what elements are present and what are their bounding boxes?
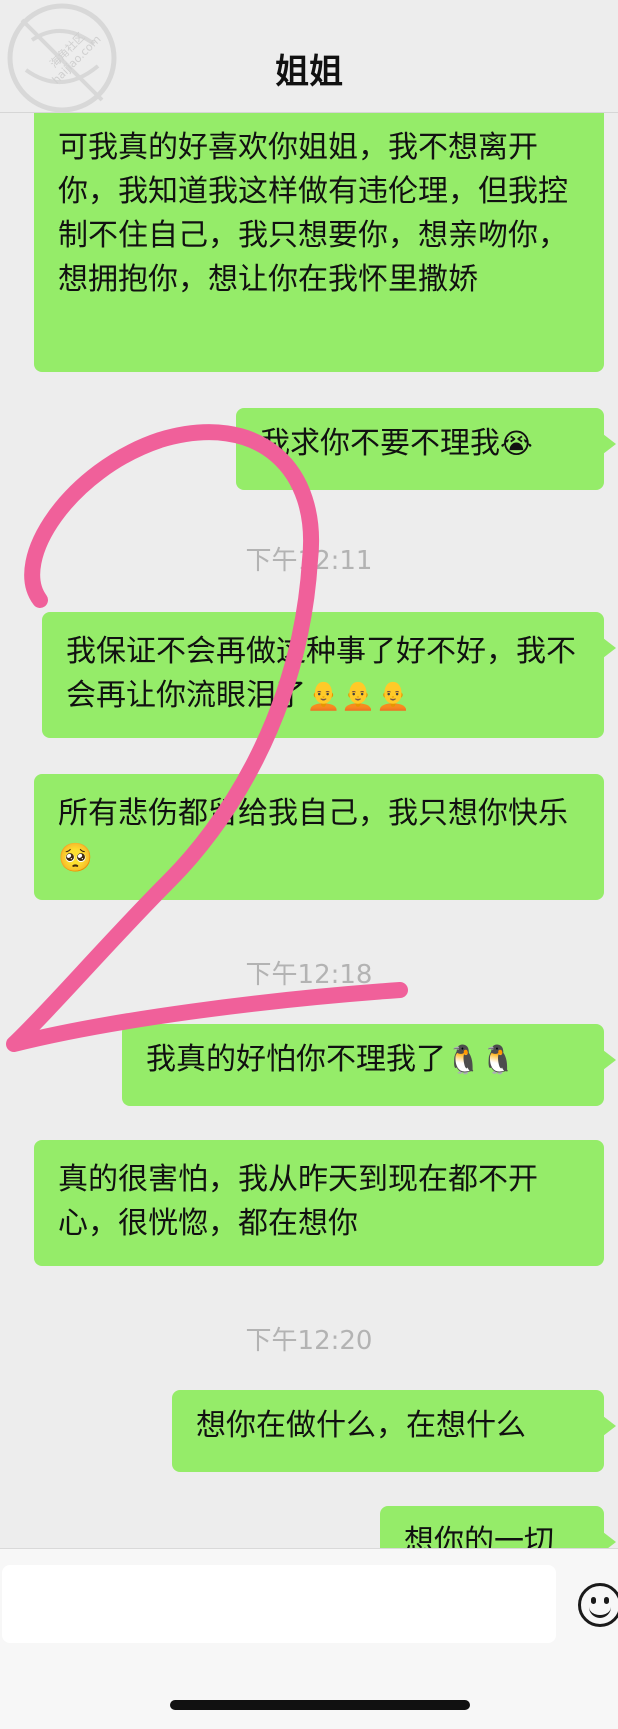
- timestamp: 下午12:20: [245, 1326, 373, 1356]
- penguin-emoji-icon: 🐧🐧: [446, 1043, 516, 1076]
- watermark-logo: 海角社区 haijiao.com: [2, 0, 122, 120]
- smiley-face-icon[interactable]: [578, 1583, 618, 1627]
- message-text: 所有悲伤都留给我自己，我只想你快乐: [58, 796, 568, 831]
- message-bubble[interactable]: 真的很害怕，我从昨天到现在都不开心，很恍惚，都在想你: [34, 1140, 604, 1266]
- message-bubble[interactable]: 我求你不要不理我😭: [236, 408, 616, 490]
- message-bubble[interactable]: 我保证不会再做这种事了好不好，我不会再让你流眼泪了🧑‍🦲🧑‍🦲🧑‍🦲: [42, 612, 616, 738]
- message-input[interactable]: [2, 1565, 556, 1643]
- message-text: 想你在做什么，在想什么: [196, 1408, 526, 1443]
- message-bubble[interactable]: 所有悲伤都留给我自己，我只想你快乐 🥺: [34, 774, 604, 900]
- message-bubble[interactable]: 可我真的好喜欢你姐姐，我不想离开你，我知道我这样做有违伦理，但我控制不住自己，我…: [34, 104, 604, 372]
- home-indicator[interactable]: [170, 1700, 470, 1710]
- timestamp: 下午12:18: [245, 960, 373, 990]
- message-text: 我求你不要不理我: [260, 426, 500, 461]
- message-text: 真的很害怕，我从昨天到现在都不开心，很恍惚，都在想你: [58, 1162, 538, 1241]
- message-bubble[interactable]: 我真的好怕你不理我了🐧🐧: [122, 1024, 616, 1106]
- pleading-emoji-icon: 🥺: [58, 841, 93, 874]
- timestamp: 下午12:11: [245, 546, 373, 576]
- message-bubble[interactable]: 想你在做什么，在想什么: [172, 1390, 616, 1472]
- hug-emoji-icon: 🧑‍🦲🧑‍🦲🧑‍🦲: [306, 679, 411, 712]
- message-text: 可我真的好喜欢你姐姐，我不想离开你，我知道我这样做有违伦理，但我控制不住自己，我…: [58, 130, 568, 297]
- message-text: 我真的好怕你不理我了: [146, 1042, 446, 1077]
- crying-emoji-icon: 😭: [500, 427, 533, 460]
